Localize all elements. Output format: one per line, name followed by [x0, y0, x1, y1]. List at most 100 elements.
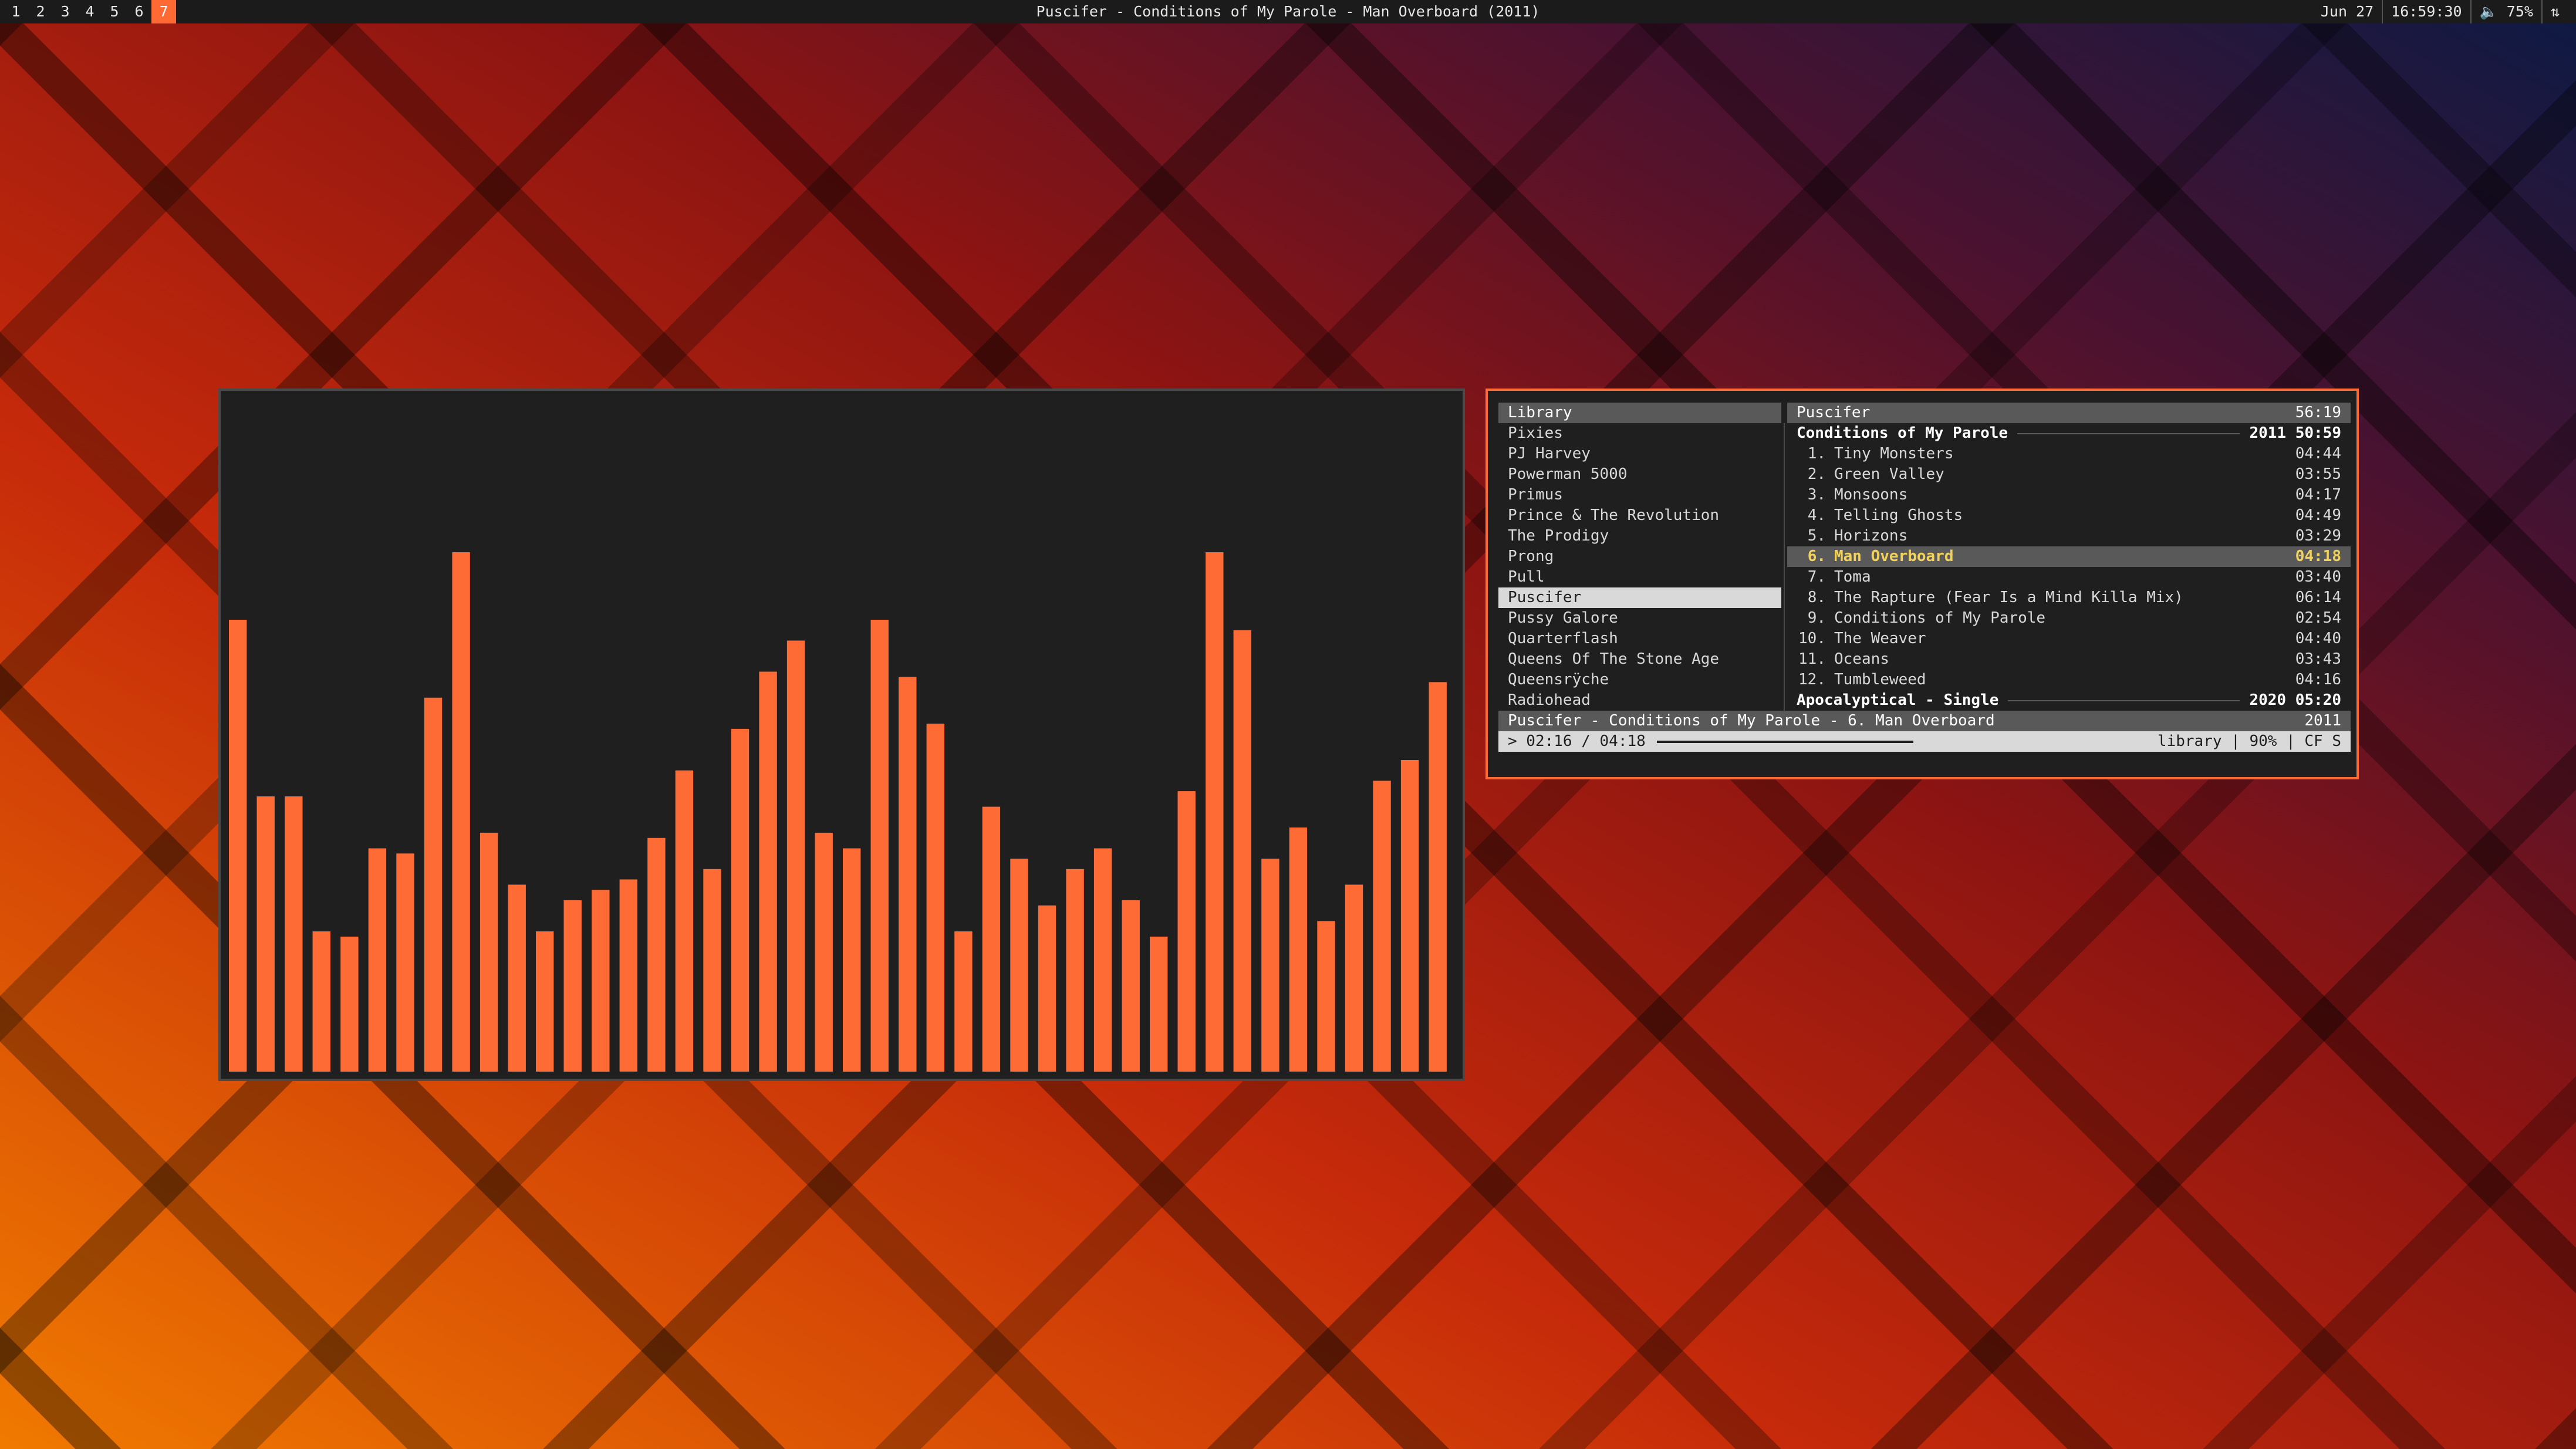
track-row[interactable]: 2. Green Valley 03:55	[1787, 464, 2351, 485]
workspace-button[interactable]: 2	[28, 0, 53, 23]
visualizer-bar	[1122, 900, 1140, 1072]
track-row[interactable]: 4. Telling Ghosts 04:49	[1787, 505, 2351, 526]
visualizer-bar	[1038, 905, 1056, 1072]
library-item[interactable]: Pixies	[1498, 423, 1781, 444]
visualizer-bar	[926, 724, 944, 1072]
now-playing-text: Puscifer - Conditions of My Parole - 6. …	[1508, 712, 1995, 729]
visualizer-bar	[1345, 884, 1363, 1072]
network-icon[interactable]: ⇅	[2541, 0, 2568, 23]
volume-indicator[interactable]: 🔈 75%	[2470, 0, 2541, 23]
date-label: Jun 27	[2320, 3, 2374, 20]
track-row[interactable]: 10. The Weaver 04:40	[1787, 629, 2351, 649]
visualizer-bar	[843, 848, 861, 1072]
track-duration: 04:44	[2295, 445, 2341, 462]
workspace-button[interactable]: 1	[4, 0, 28, 23]
library-item[interactable]: Prince & The Revolution	[1498, 505, 1781, 526]
track-row[interactable]: 9. Conditions of My Parole 02:54	[1787, 608, 2351, 629]
visualizer-bar	[703, 869, 721, 1072]
visualizer-bar	[536, 931, 554, 1072]
library-item[interactable]: Queens Of The Stone Age	[1498, 649, 1781, 670]
visualizer-bar	[1429, 682, 1447, 1072]
playback-mode: library | 90% | CF S	[2157, 732, 2341, 750]
track-title: Horizons	[1834, 527, 1908, 545]
track-title: Tumbleweed	[1834, 671, 1926, 688]
track-title: Monsoons	[1834, 486, 1908, 504]
workspace-button[interactable]: 6	[127, 0, 151, 23]
library-item[interactable]: PJ Harvey	[1498, 444, 1781, 464]
track-title: The Weaver	[1834, 630, 1926, 647]
visualizer-bar	[1177, 791, 1196, 1072]
playlist-header: Puscifer 56:19	[1787, 403, 2351, 423]
visualizer-bar	[619, 879, 637, 1072]
album-header[interactable]: Conditions of My Parole 2011 50:59	[1787, 423, 2351, 444]
track-duration: 02:54	[2295, 609, 2341, 627]
visualizer-bar	[815, 832, 833, 1072]
visualizer-window[interactable]	[218, 389, 1465, 1081]
track-row[interactable]: 1. Tiny Monsters 04:44	[1787, 444, 2351, 464]
track-title: Oceans	[1834, 650, 1889, 668]
track-duration: 04:40	[2295, 630, 2341, 647]
visualizer-bar	[1373, 781, 1391, 1072]
visualizer-bar	[1010, 859, 1028, 1072]
workspace-button[interactable]: 3	[53, 0, 77, 23]
visualizer-bar	[563, 900, 582, 1072]
library-item[interactable]: Radiohead	[1498, 690, 1781, 711]
visualizer-bars	[229, 552, 1447, 1072]
track-number: 3.	[1807, 486, 1826, 504]
track-row[interactable]: 11. Oceans 03:43	[1787, 649, 2351, 670]
library-item[interactable]: Puscifer	[1498, 587, 1781, 608]
track-number: 10.	[1798, 630, 1826, 647]
playlist-artist: Puscifer	[1797, 404, 1871, 421]
track-row[interactable]: 3. Monsoons 04:17	[1787, 485, 2351, 505]
track-number: 8.	[1807, 589, 1826, 606]
visualizer-bar	[368, 848, 387, 1072]
track-title: Toma	[1834, 568, 1871, 586]
track-duration: 04:49	[2295, 506, 2341, 524]
visualizer-bar	[340, 936, 359, 1072]
track-row[interactable]: 6. Man Overboard 04:18	[1787, 546, 2351, 567]
library-item[interactable]: Pull	[1498, 567, 1781, 587]
library-item[interactable]: Quarterflash	[1498, 629, 1781, 649]
visualizer-bar	[256, 796, 275, 1072]
visualizer-bar	[899, 677, 917, 1072]
track-row[interactable]: 5. Horizons 03:29	[1787, 526, 2351, 546]
visualizer-bar	[759, 671, 777, 1072]
volume-level: 75%	[2506, 3, 2533, 20]
library-item[interactable]: The Prodigy	[1498, 526, 1781, 546]
track-number: 12.	[1798, 671, 1826, 688]
workspace-button[interactable]: 4	[77, 0, 102, 23]
track-number: 6.	[1807, 548, 1826, 565]
music-player-window[interactable]: Library Pixies PJ Harvey Powerman 5000 Prim…	[1485, 389, 2359, 779]
progress-bar[interactable]	[1657, 741, 2150, 743]
album-separator	[2008, 700, 2240, 701]
track-title: Conditions of My Parole	[1834, 609, 2046, 627]
album-title: Apocalyptical - Single	[1797, 691, 1999, 709]
playback-position: > 02:16 / 04:18	[1508, 732, 1646, 750]
library-item[interactable]: Powerman 5000	[1498, 464, 1781, 485]
workspace-button[interactable]: 7	[151, 0, 176, 23]
visualizer-bar	[647, 837, 666, 1072]
workspace-button[interactable]: 5	[102, 0, 127, 23]
library-item[interactable]: Primus	[1498, 485, 1781, 505]
album-header[interactable]: Apocalyptical - Single 2020 05:20	[1787, 690, 2351, 711]
visualizer-bar	[1289, 827, 1308, 1072]
track-title: Telling Ghosts	[1834, 506, 1963, 524]
visualizer-bar	[452, 552, 470, 1072]
top-bar: 1234567 Puscifer - Conditions of My Paro…	[0, 0, 2576, 23]
library-item[interactable]: Pussy Galore	[1498, 608, 1781, 629]
track-row[interactable]: 8. The Rapture (Fear Is a Mind Killa Mix)…	[1787, 587, 2351, 608]
track-row[interactable]: 7. Toma 03:40	[1787, 567, 2351, 587]
track-number: 5.	[1807, 527, 1826, 545]
library-item[interactable]: Queensrÿche	[1498, 670, 1781, 690]
track-title: Tiny Monsters	[1834, 445, 1954, 462]
track-duration: 06:14	[2295, 589, 2341, 606]
track-number: 9.	[1807, 609, 1826, 627]
track-duration: 04:17	[2295, 486, 2341, 504]
playlist-total-duration: 56:19	[2295, 404, 2341, 421]
speaker-icon: 🔈	[2479, 3, 2498, 20]
library-item[interactable]: Prong	[1498, 546, 1781, 567]
clock-label: 16:59:30	[2382, 0, 2470, 23]
visualizer-bar	[1206, 552, 1224, 1072]
visualizer-bar	[1150, 936, 1168, 1072]
track-row[interactable]: 12. Tumbleweed 04:16	[1787, 670, 2351, 690]
